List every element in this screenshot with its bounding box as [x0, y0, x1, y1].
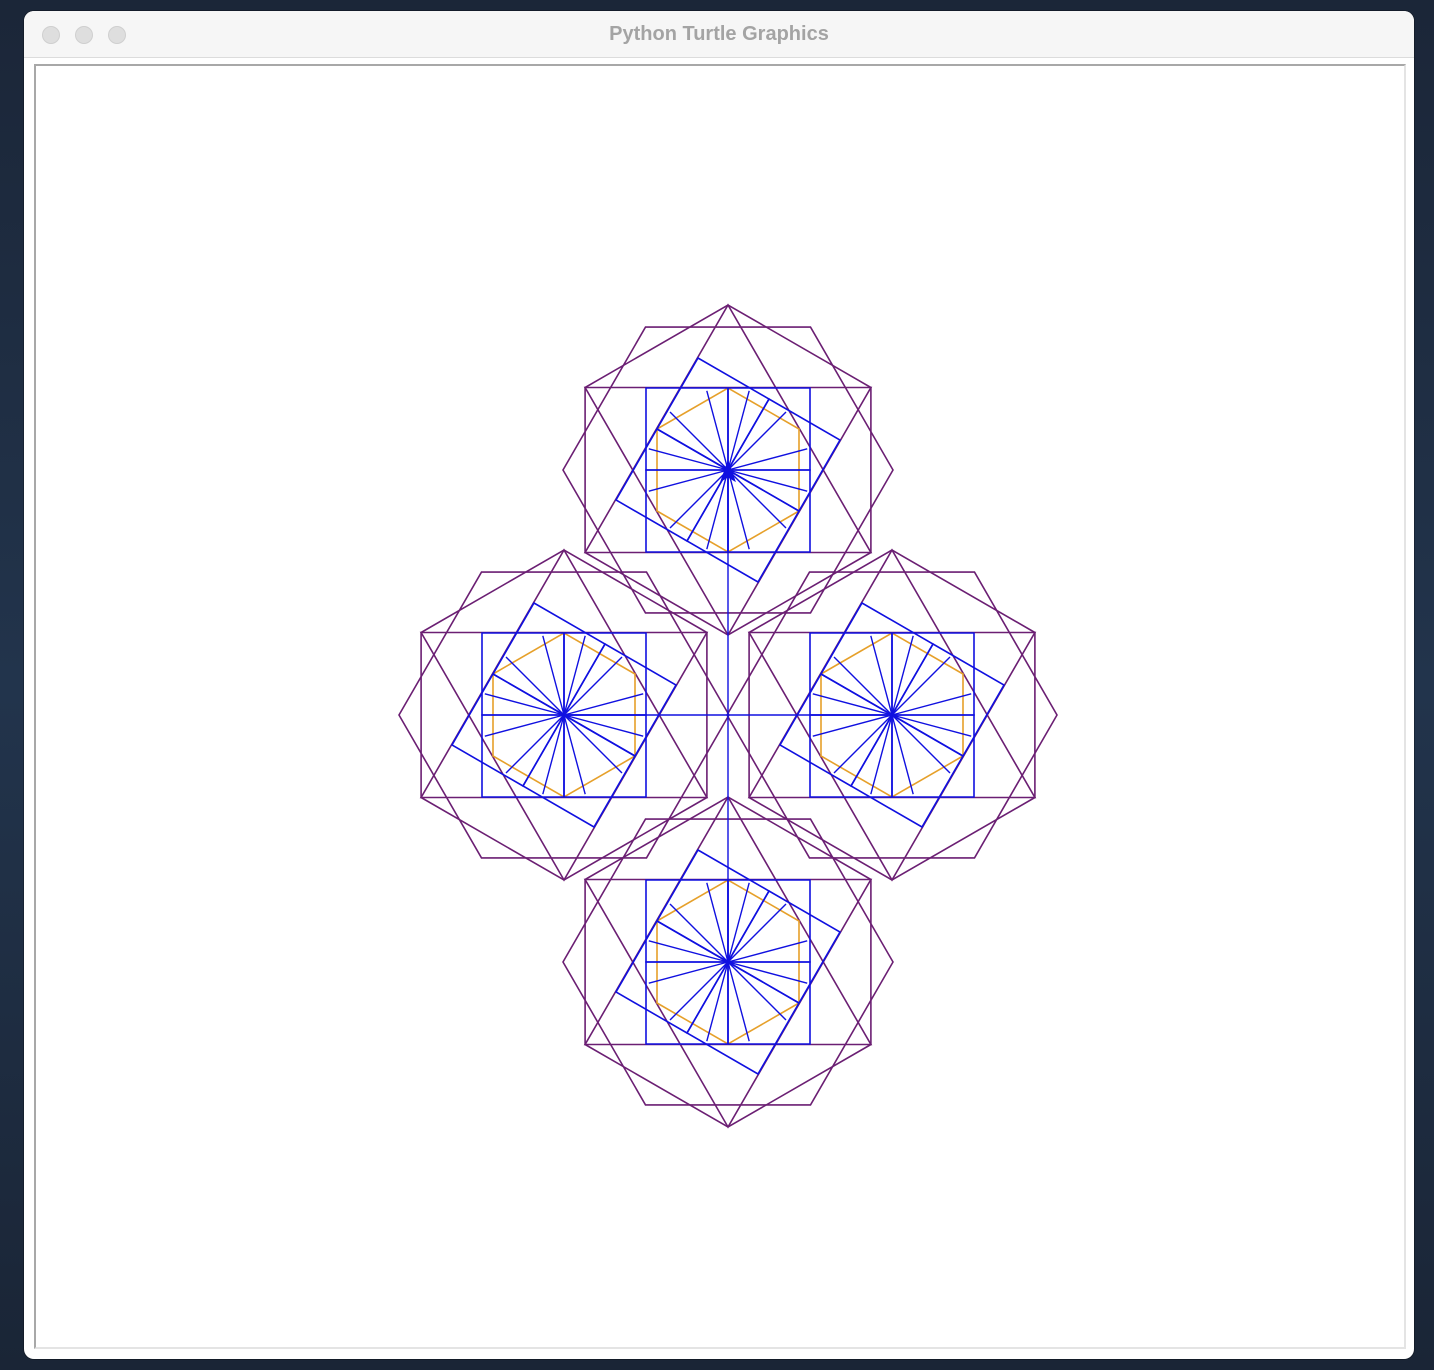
- spoke: [727, 940, 808, 963]
- spoke: [563, 635, 586, 716]
- spoke: [542, 714, 565, 795]
- spoke: [542, 635, 565, 716]
- spoke: [648, 961, 729, 984]
- spoke: [727, 469, 750, 550]
- spoke: [563, 714, 586, 795]
- spoke: [812, 693, 893, 716]
- spoke: [706, 469, 729, 550]
- spoke: [727, 448, 808, 471]
- spoke: [484, 693, 565, 716]
- spoke: [563, 693, 644, 716]
- spoke: [727, 882, 750, 963]
- spoke: [484, 714, 565, 737]
- turtle-drawing: [398, 303, 1058, 1129]
- spoke: [706, 882, 729, 963]
- spoke: [648, 448, 729, 471]
- spoke: [727, 469, 808, 492]
- desktop-background: Python Turtle Graphics: [0, 0, 1434, 1370]
- spoke: [648, 940, 729, 963]
- spoke: [870, 635, 893, 716]
- spoke: [891, 714, 914, 795]
- spoke: [706, 961, 729, 1042]
- spoke: [706, 390, 729, 471]
- spoke: [891, 635, 914, 716]
- spoke: [727, 961, 750, 1042]
- turtle-canvas[interactable]: [34, 64, 1406, 1349]
- spoke: [563, 714, 644, 737]
- turtle-window[interactable]: Python Turtle Graphics: [24, 11, 1414, 1359]
- spoke: [727, 390, 750, 471]
- connector-layer: [484, 390, 972, 1042]
- spoke: [870, 714, 893, 795]
- title-bar[interactable]: Python Turtle Graphics: [24, 11, 1414, 58]
- spoke: [648, 469, 729, 492]
- window-title: Python Turtle Graphics: [609, 23, 829, 45]
- spoke: [891, 693, 972, 716]
- spoke: [727, 961, 808, 984]
- spoke: [812, 714, 893, 737]
- spoke: [891, 714, 972, 737]
